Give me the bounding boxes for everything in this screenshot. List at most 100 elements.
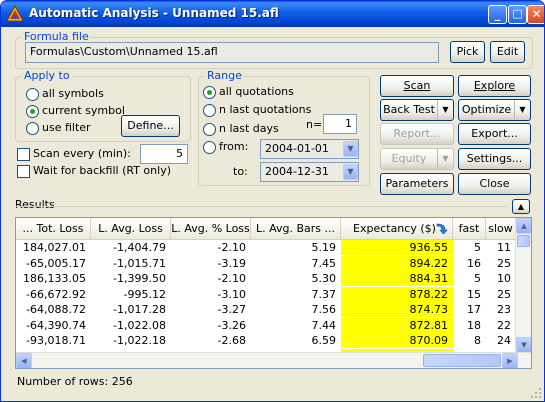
table-row[interactable]: -65,005.17 -1,015.71 -3.19 7.45 894.22 16 25	[16, 255, 516, 271]
cell-expectancy: 872.81	[341, 317, 453, 333]
table-row[interactable]: 186,133.05 -1,399.50 -2.10 5.30 884.31 5 10	[16, 271, 516, 286]
from-date-value: 2004-01-01	[265, 142, 329, 155]
radio-use-filter-label: use filter	[42, 121, 91, 134]
column-header-expectancy-label: Expectancy ($)	[353, 222, 436, 235]
close-button[interactable]: Close	[458, 173, 531, 195]
apply-to-group-label: Apply to	[22, 69, 72, 82]
cell-tot-loss: -64,088.72	[26, 303, 86, 316]
column-header-expectancy[interactable]: Expectancy ($)	[341, 218, 453, 240]
cell-fast: 5	[474, 272, 481, 285]
radio-all-symbols[interactable]	[26, 88, 39, 101]
scan-every-checkbox[interactable]	[17, 148, 30, 161]
horizontal-scrollbar[interactable]: ◀ ▶	[16, 352, 531, 368]
n-equals-label: n=	[306, 118, 323, 131]
radio-use-filter[interactable]	[26, 122, 39, 135]
table-row[interactable]: -64,088.72 -1,017.28 -3.27 7.56 874.73 17 23	[16, 302, 516, 317]
cell-avg-loss: -1,404.79	[113, 241, 166, 254]
table-row[interactable]: -64,390.74 -1,022.08 -3.26 7.44 872.81 18 22	[16, 317, 516, 333]
title-bar[interactable]: Automatic Analysis - Unnamed 15.afl _ □ …	[1, 1, 544, 27]
edit-button-label: Edit	[496, 45, 519, 58]
cell-avg-pct-loss: -3.26	[217, 318, 246, 332]
settings-button[interactable]: Settings...	[458, 148, 531, 170]
scroll-down-icon[interactable]: ▼	[516, 337, 531, 353]
back-test-dropdown-icon[interactable]: ▼	[437, 100, 453, 120]
column-header-avg-bars[interactable]: L. Avg. Bars ...	[251, 218, 341, 240]
vertical-scrollbar[interactable]: ▲ ▼	[515, 218, 531, 353]
backfill-checkbox[interactable]	[17, 165, 30, 178]
export-button[interactable]: Export...	[458, 123, 531, 145]
radio-all-symbols-label: all symbols	[42, 87, 104, 100]
column-header-avg-pct-loss[interactable]: L. Avg. % Loss	[171, 218, 251, 240]
radio-all-quotations-label: all quotations	[219, 85, 294, 98]
cell-slow: 25	[497, 256, 511, 270]
close-window-button[interactable]: ✕	[527, 5, 544, 24]
horizontal-scroll-thumb[interactable]	[423, 354, 501, 367]
cell-expectancy: 870.09	[341, 333, 453, 348]
optimize-button[interactable]: Optimize ▼	[458, 99, 531, 121]
vertical-scroll-thumb[interactable]	[517, 235, 530, 247]
pick-button[interactable]: Pick	[450, 41, 485, 63]
cell-avg-loss: -995.12	[123, 287, 166, 301]
to-date-dropdown-icon[interactable]: ▼	[343, 164, 358, 180]
table-row[interactable]: -66,672.92 -995.12 -3.10 7.37 878.22 15 25	[16, 286, 516, 302]
cell-avg-pct-loss: -3.19	[217, 256, 246, 270]
edit-button[interactable]: Edit	[490, 41, 525, 63]
table-row[interactable]: 184,027.01 -1,404.79 -2.10 5.19 936.55 5 11	[16, 240, 516, 255]
radio-all-quotations[interactable]	[203, 86, 216, 99]
cell-fast: 5	[474, 241, 481, 254]
explore-button[interactable]: Explore	[458, 75, 531, 97]
scan-interval-input[interactable]: 5	[140, 144, 188, 164]
cell-fast: 15	[467, 287, 481, 301]
cell-avg-pct-loss: -2.10	[217, 272, 246, 285]
results-divider	[15, 206, 507, 207]
formula-path-field[interactable]: Formulas\Custom\Unnamed 15.afl	[25, 42, 439, 63]
equity-button-label: Equity	[391, 152, 427, 165]
scroll-up-icon[interactable]: ▲	[516, 218, 531, 234]
back-test-button[interactable]: Back Test ▼	[380, 99, 454, 121]
parameters-button[interactable]: Parameters	[380, 173, 454, 195]
cell-slow: 25	[497, 287, 511, 301]
scan-every-label: Scan every (min):	[33, 147, 131, 160]
scan-button-label: Scan	[403, 79, 431, 92]
radio-n-last-quotations[interactable]	[203, 104, 216, 117]
cell-expectancy: 874.73	[341, 302, 453, 317]
minimize-button[interactable]: _	[488, 5, 507, 24]
optimize-dropdown-icon[interactable]: ▼	[514, 100, 530, 120]
cell-avg-loss: -1,399.50	[113, 272, 166, 285]
cell-avg-bars: 7.37	[311, 287, 337, 301]
to-date-label: to:	[233, 165, 248, 178]
define-filter-button[interactable]: Define...	[121, 115, 180, 137]
define-filter-button-label: Define...	[127, 119, 174, 132]
scroll-right-icon[interactable]: ▶	[502, 353, 518, 368]
results-label: Results	[15, 198, 55, 211]
n-value-input[interactable]: 1	[323, 114, 357, 134]
equity-dropdown-icon[interactable]: ▼	[437, 149, 453, 169]
cell-avg-bars: 7.56	[311, 303, 337, 316]
cell-avg-pct-loss: -2.68	[217, 334, 246, 347]
column-header-tot-loss[interactable]: ... Tot. Loss	[16, 218, 91, 240]
scan-button[interactable]: Scan	[380, 75, 454, 97]
radio-from-date[interactable]	[203, 141, 216, 154]
radio-current-symbol[interactable]	[26, 105, 39, 118]
resize-grip-icon[interactable]	[530, 387, 542, 399]
table-row[interactable]: -93,018.71 -1,022.18 -2.68 6.59 870.09 8 24	[16, 333, 516, 348]
equity-button[interactable]: Equity ▼	[380, 148, 454, 170]
column-header-fast[interactable]: fast	[453, 218, 486, 240]
scroll-left-icon[interactable]: ◀	[16, 353, 32, 368]
column-header-avg-loss[interactable]: L. Avg. Loss	[91, 218, 171, 240]
from-date-dropdown-icon[interactable]: ▼	[343, 141, 358, 157]
cell-avg-pct-loss: -2.10	[217, 241, 246, 254]
collapse-results-button[interactable]: ▲	[512, 199, 530, 214]
explore-button-label: Explore	[473, 79, 516, 92]
window-title: Automatic Analysis - Unnamed 15.afl	[29, 6, 279, 20]
cell-tot-loss: -93,018.71	[26, 334, 86, 347]
column-header-slow[interactable]: slow	[486, 218, 516, 240]
report-button[interactable]: Report...	[380, 123, 454, 145]
cell-tot-loss: -64,390.74	[26, 318, 86, 332]
cell-slow: 11	[497, 241, 511, 254]
cell-slow: 23	[497, 303, 511, 316]
results-table[interactable]: ... Tot. Loss L. Avg. Loss L. Avg. % Los…	[15, 217, 532, 369]
maximize-button[interactable]: □	[508, 5, 527, 24]
radio-n-last-days[interactable]	[203, 123, 216, 136]
cell-slow: 24	[497, 334, 511, 347]
